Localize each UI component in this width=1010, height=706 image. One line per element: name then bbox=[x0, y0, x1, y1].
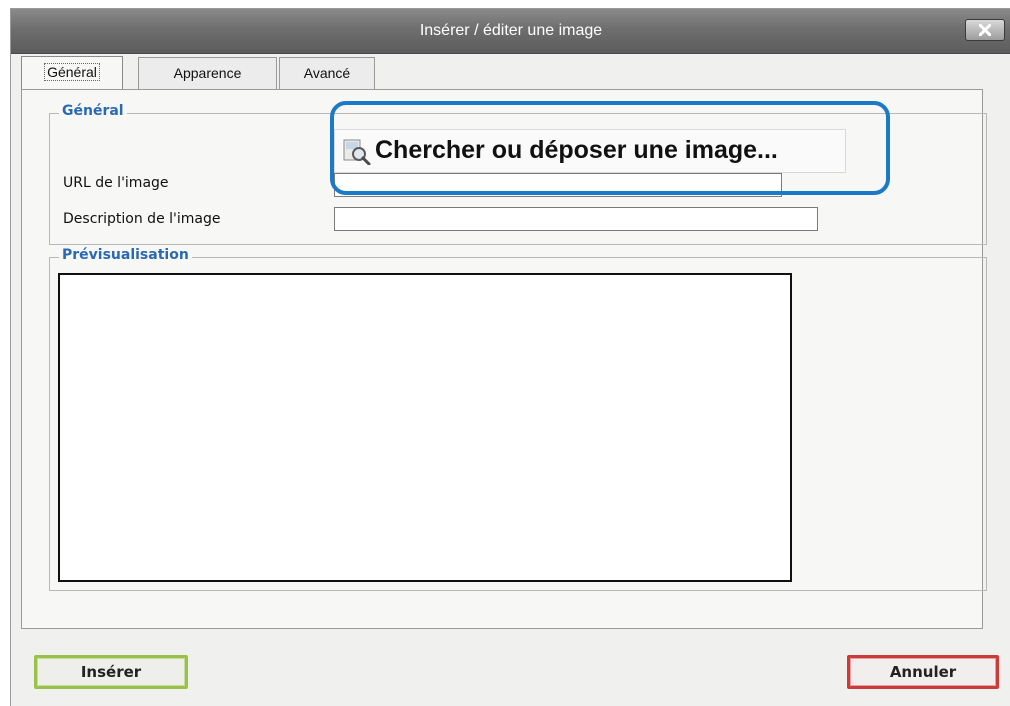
preview-legend: Prévisualisation bbox=[59, 247, 192, 263]
tab-general[interactable]: Général bbox=[21, 56, 123, 90]
insert-button[interactable]: Insérer bbox=[34, 655, 188, 689]
tab-general-label: Général bbox=[44, 63, 100, 81]
close-button[interactable] bbox=[965, 19, 1005, 41]
url-label: URL de l'image bbox=[63, 175, 169, 191]
image-search-icon bbox=[343, 139, 371, 165]
browse-image-button[interactable]: Chercher ou déposer une image... bbox=[334, 129, 846, 173]
tab-apparence-label: Apparence bbox=[173, 65, 242, 81]
tab-avance-label: Avancé bbox=[303, 65, 351, 81]
browse-label: Chercher ou déposer une image... bbox=[375, 136, 778, 164]
tab-apparence[interactable]: Apparence bbox=[138, 57, 277, 89]
description-field[interactable] bbox=[334, 207, 818, 231]
url-field[interactable] bbox=[334, 173, 782, 197]
cancel-button[interactable]: Annuler bbox=[847, 655, 999, 689]
dialog-title: Insérer / éditer une image bbox=[419, 22, 603, 39]
general-legend: Général bbox=[59, 103, 127, 119]
description-label: Description de l'image bbox=[63, 211, 221, 227]
close-icon bbox=[979, 24, 991, 36]
image-preview-area bbox=[58, 273, 792, 582]
title-bar: Insérer / éditer une image bbox=[11, 9, 1010, 54]
tab-avance[interactable]: Avancé bbox=[279, 57, 375, 89]
